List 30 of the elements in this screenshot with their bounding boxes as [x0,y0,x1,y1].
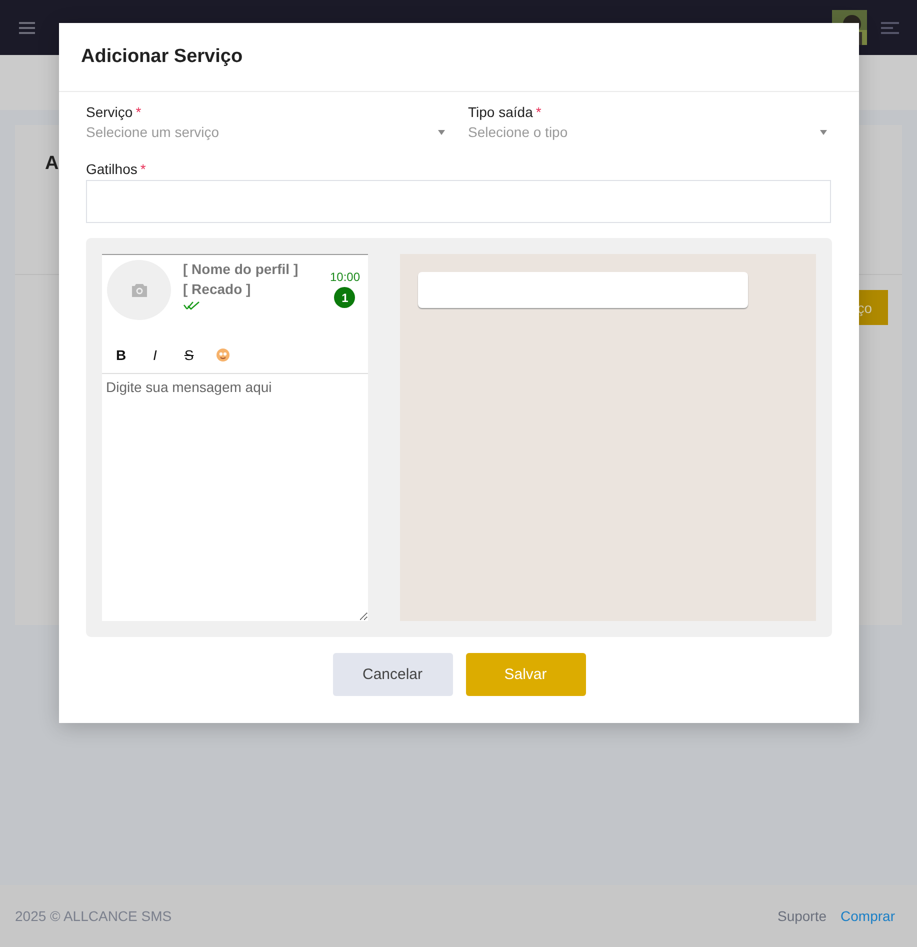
required-mark: * [136,104,142,120]
modal-title: Adicionar Serviço [81,46,243,68]
footer-link[interactable]: Suporte [777,908,827,924]
caret-icon [438,130,445,134]
field-label: Tipo saída [468,104,533,120]
time-text: 10:00 [330,270,360,284]
emoji-icon [216,348,230,362]
copyright-text: 2025 © ALLCANCE SMS [15,908,172,924]
menu-icon[interactable] [19,20,35,34]
caret-icon [820,130,827,134]
required-mark: * [140,161,146,177]
profile-name: [ Nome do perfil ] [183,261,300,277]
camera-icon [130,283,148,297]
select-field[interactable]: Selecione o tipo [468,120,832,144]
format-button[interactable]: I [142,342,168,366]
format-button[interactable]: S [176,342,202,366]
card-title: A [45,153,59,174]
save-button[interactable]: Salvar [466,653,586,696]
double-check-icon [183,301,200,310]
message-field[interactable]: Digite sua mensagem aqui [102,374,368,621]
format-button[interactable]: B [108,342,134,366]
profile-status: [ Recado ] [183,281,252,297]
footer-link[interactable]: Comprar [840,908,895,924]
unread-badge: 1 [334,287,356,308]
field-label: Serviço [86,104,133,120]
select-field[interactable]: Selecione um serviço [86,120,450,144]
cancel-button[interactable]: Cancelar [332,653,452,696]
menu-icon[interactable] [881,20,899,34]
required-mark: * [536,104,542,120]
field-label: Gatilhos [86,161,138,177]
